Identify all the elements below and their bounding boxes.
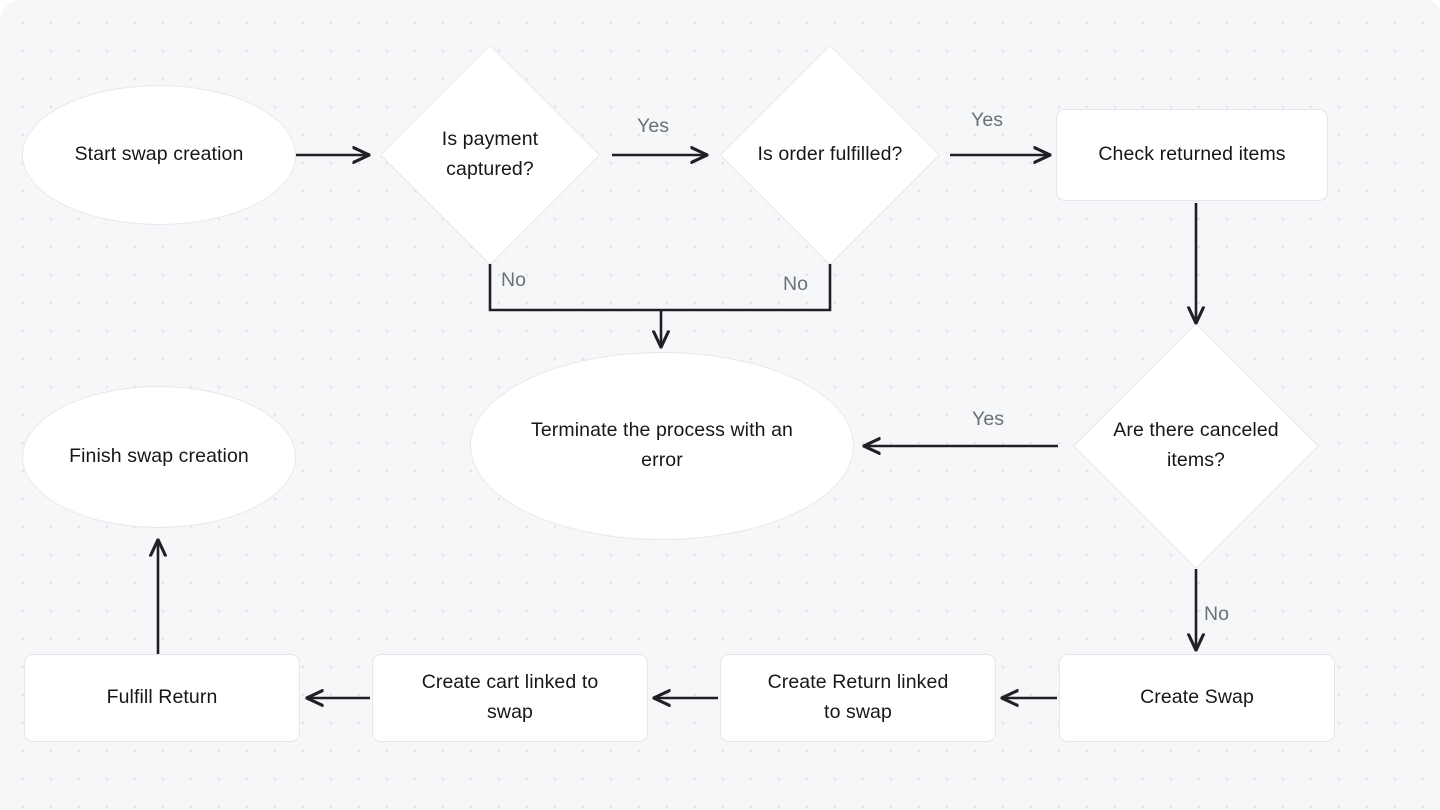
node-label: Create cart linked to swap xyxy=(421,671,599,723)
node-create-return-linked-to-swap[interactable]: Create Return linked to swap xyxy=(720,654,996,742)
node-label: Create Return linked to swap xyxy=(767,671,949,723)
node-start-swap-creation[interactable]: Start swap creation xyxy=(22,85,296,225)
node-label: Is payment captured? xyxy=(441,128,539,180)
node-is-order-fulfilled[interactable]: Is order fulfilled? xyxy=(719,44,941,266)
node-label: Start swap creation xyxy=(74,143,244,166)
node-label: Is order fulfilled? xyxy=(757,143,903,166)
node-terminate-process-with-error[interactable]: Terminate the process with an error xyxy=(470,352,854,540)
node-label: Finish swap creation xyxy=(69,445,249,468)
node-are-there-canceled-items[interactable]: Are there canceled items? xyxy=(1072,322,1320,570)
node-label: Terminate the process with an error xyxy=(531,419,793,471)
node-is-payment-captured[interactable]: Is payment captured? xyxy=(379,44,601,266)
edge-label-canceled-yes: Yes xyxy=(972,408,1005,430)
edge-label-fulfilled-yes: Yes xyxy=(971,109,1004,131)
node-fulfill-return[interactable]: Fulfill Return xyxy=(24,654,300,742)
edge-label-canceled-no: No xyxy=(1204,603,1230,625)
edge-label-payment-yes: Yes xyxy=(637,115,670,137)
node-label: Are there canceled items? xyxy=(1113,419,1279,471)
edge-label-fulfilled-no: No xyxy=(783,273,809,295)
node-create-cart-linked-to-swap[interactable]: Create cart linked to swap xyxy=(372,654,648,742)
node-label: Check returned items xyxy=(1098,143,1286,166)
node-check-returned-items[interactable]: Check returned items xyxy=(1056,109,1328,201)
edge-label-payment-no: No xyxy=(501,269,527,291)
node-finish-swap-creation[interactable]: Finish swap creation xyxy=(22,386,296,528)
node-create-swap[interactable]: Create Swap xyxy=(1059,654,1335,742)
node-label: Fulfill Return xyxy=(106,686,218,709)
node-label: Create Swap xyxy=(1140,686,1254,709)
flowchart-canvas: Start swap creation Is payment captured?… xyxy=(0,0,1440,810)
